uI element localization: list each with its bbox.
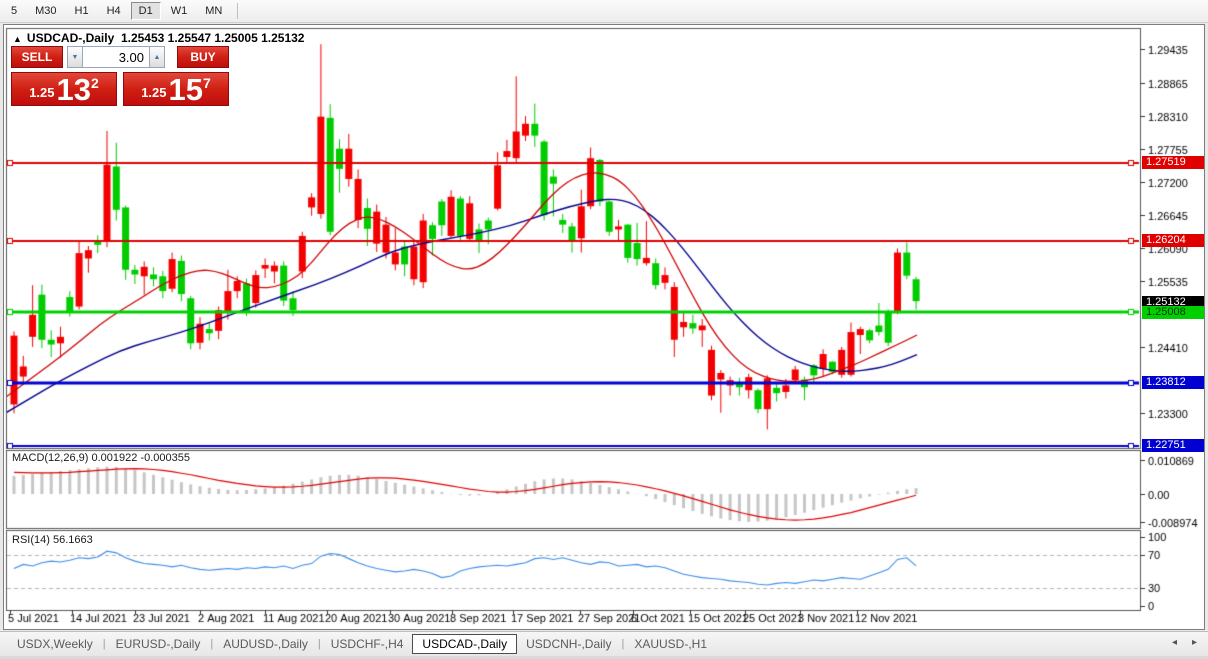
timeframe-button-W1[interactable]: W1 <box>163 2 196 20</box>
timeframe-toolbar: 5M30H1H4D1W1MN <box>0 0 1208 23</box>
tab-separator: | <box>318 638 321 650</box>
chart-title: ▲ USDCAD-,Daily 1.25453 1.25547 1.25005 1… <box>13 31 304 45</box>
chart-title-symbol: USDCAD-,Daily <box>27 31 114 45</box>
chart-tab-audusddaily[interactable]: AUDUSD-,Daily <box>214 634 317 654</box>
price-badge-1.27519: 1.27519 <box>1142 156 1204 169</box>
chart-tab-usdchfh4[interactable]: USDCHF-,H4 <box>322 634 413 654</box>
chart-tab-usdxweekly[interactable]: USDX,Weekly <box>8 634 102 654</box>
price-badge-1.25008: 1.25008 <box>1142 306 1204 319</box>
timeframe-button-M30[interactable]: M30 <box>27 2 64 20</box>
tab-separator: | <box>621 638 624 650</box>
sell-price-button[interactable]: 1.25 13 2 <box>11 72 117 106</box>
timeframe-button-MN[interactable]: MN <box>197 2 230 20</box>
timeframe-button-5[interactable]: 5 <box>3 2 25 20</box>
collapse-triangle-icon[interactable]: ▲ <box>13 34 22 44</box>
tab-scroll-left-icon[interactable]: ◂ <box>1172 637 1177 648</box>
buy-price-base: 1.25 <box>141 85 166 100</box>
sell-button[interactable]: SELL <box>11 46 63 68</box>
volume-decrease-icon[interactable]: ▼ <box>67 46 83 68</box>
price-badge-1.23812: 1.23812 <box>1142 376 1204 389</box>
timeframe-button-H1[interactable]: H1 <box>67 2 97 20</box>
sell-price-sup: 2 <box>91 75 99 91</box>
one-click-trading-panel: SELL ▼ 3.00 ▲ BUY 1.25 13 2 1.25 15 7 <box>11 46 229 106</box>
macd-label: MACD(12,26,9) 0.001922 -0.000355 <box>12 452 190 464</box>
buy-price-big: 15 <box>169 77 203 103</box>
tab-separator: | <box>103 638 106 650</box>
chart-tab-usdcnhdaily[interactable]: USDCNH-,Daily <box>517 634 620 654</box>
tab-scroll-right-icon[interactable]: ▸ <box>1192 637 1197 648</box>
volume-increase-icon[interactable]: ▲ <box>149 46 165 68</box>
chart-tab-usdcaddaily[interactable]: USDCAD-,Daily <box>412 634 517 654</box>
buy-price-button[interactable]: 1.25 15 7 <box>123 72 229 106</box>
toolbar-separator <box>237 3 238 19</box>
chart-tabbar: USDX,Weekly|EURUSD-,Daily|AUDUSD-,Daily|… <box>0 631 1208 656</box>
sell-price-base: 1.25 <box>29 85 54 100</box>
price-badge-1.26204: 1.26204 <box>1142 234 1204 247</box>
volume-stepper: ▼ 3.00 ▲ <box>67 46 165 68</box>
tab-separator: | <box>210 638 213 650</box>
chart-tab-eurusddaily[interactable]: EURUSD-,Daily <box>107 634 210 654</box>
volume-input[interactable]: 3.00 <box>83 46 149 68</box>
timeframe-button-H4[interactable]: H4 <box>99 2 129 20</box>
buy-price-sup: 7 <box>203 75 211 91</box>
price-badge-1.22751: 1.22751 <box>1142 439 1204 452</box>
chart-tab-xauusdh1[interactable]: XAUUSD-,H1 <box>625 634 716 654</box>
timeframe-button-D1[interactable]: D1 <box>131 2 161 20</box>
rsi-label: RSI(14) 56.1663 <box>12 534 93 546</box>
chart-title-ohlc: 1.25453 1.25547 1.25005 1.25132 <box>121 31 305 45</box>
buy-button[interactable]: BUY <box>177 46 229 68</box>
sell-price-big: 13 <box>57 77 91 103</box>
